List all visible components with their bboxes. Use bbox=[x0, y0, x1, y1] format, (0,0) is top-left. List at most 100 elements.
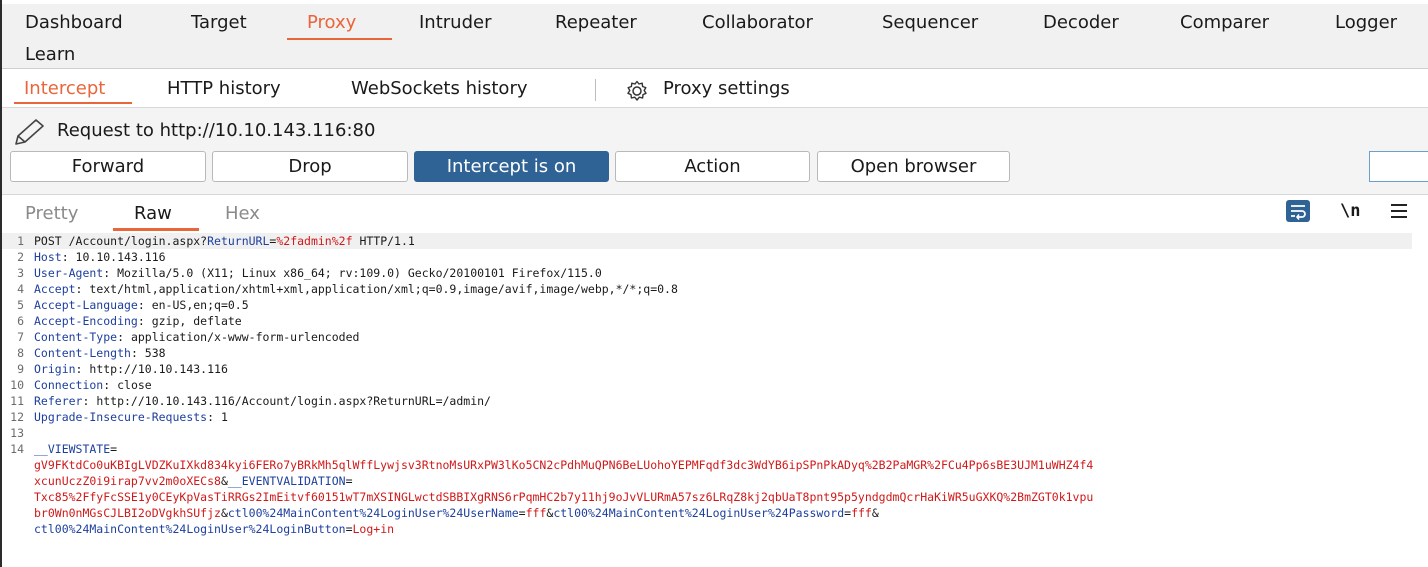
request-line-text: POST /Account/login.aspx? bbox=[34, 234, 208, 248]
tab-collaborator[interactable]: Collaborator bbox=[702, 12, 813, 33]
tab-proxy[interactable]: Proxy bbox=[307, 12, 356, 33]
body-continuation: Txc85%2FfyFcSSE1y0CEyKpVasTiRRGs2ImEitvf… bbox=[34, 489, 1093, 505]
tab-pretty[interactable]: Pretty bbox=[25, 203, 78, 224]
tab-intercept[interactable]: Intercept bbox=[24, 78, 105, 99]
tab-proxy-settings[interactable]: Proxy settings bbox=[663, 78, 790, 99]
param-value: br0Wn0nMGsCJLBI2oDVgkhSUfjz bbox=[34, 506, 221, 520]
param-value: fff bbox=[525, 506, 547, 520]
raw-tab-underline bbox=[113, 228, 199, 231]
editor-line: 7 Content-Type: application/x-www-form-ur… bbox=[17, 330, 360, 344]
editor-line: 8 Content-Length: 538 bbox=[17, 346, 166, 360]
param-value: Log+in bbox=[352, 522, 395, 536]
show-newlines-toggle[interactable]: \n bbox=[1340, 201, 1360, 221]
hamburger-menu-icon[interactable] bbox=[1388, 200, 1410, 222]
tab-intruder[interactable]: Intruder bbox=[419, 12, 491, 33]
param-name: ctl00%24MainContent%24LoginUser%24Passwo… bbox=[553, 506, 845, 520]
header-value: : 10.10.143.116 bbox=[61, 250, 166, 264]
header-name: Accept-Encoding bbox=[34, 314, 138, 328]
header-name: Content-Type bbox=[34, 330, 118, 344]
param-value: %2fadmin%2f bbox=[276, 234, 353, 248]
intercept-toolbar: Request to http://10.10.143.116:80 Forwa… bbox=[0, 108, 1428, 194]
editor-line: 6 Accept-Encoding: gzip, deflate bbox=[17, 314, 242, 328]
word-wrap-icon[interactable] bbox=[1286, 200, 1310, 222]
header-value: : http://10.10.143.116 bbox=[75, 362, 228, 376]
header-name: Host bbox=[34, 250, 62, 264]
editor-line: 12 Upgrade-Insecure-Requests: 1 bbox=[10, 410, 228, 424]
equals-sign: = bbox=[345, 522, 353, 536]
request-target-label: Request to http://10.10.143.116:80 bbox=[57, 120, 376, 141]
param-name: ctl00%24MainContent%24LoginUser%24UserNa… bbox=[227, 506, 519, 520]
editor-line: 11 Referer: http://10.10.143.116/Account/… bbox=[10, 394, 491, 408]
tab-learn[interactable]: Learn bbox=[25, 44, 75, 65]
editor-line: 14 __VIEWSTATE= bbox=[10, 442, 118, 456]
header-name: Referer bbox=[34, 394, 83, 408]
header-name: Accept-Language bbox=[34, 298, 138, 312]
main-tab-bar: Dashboard Target Proxy Intruder Repeater… bbox=[0, 4, 1428, 68]
editor-line: 3 User-Agent: Mozilla/5.0 (X11; Linux x86… bbox=[17, 266, 602, 280]
intercept-tab-underline bbox=[14, 102, 132, 104]
param-value: Txc85%2FfyFcSSE1y0CEyKpVasTiRRGs2ImEitvf… bbox=[34, 490, 1094, 504]
equals-sign: = bbox=[110, 442, 118, 456]
body-continuation: xcunUczZ0i9irap7vv2m0oXECs8&__EVENTVALID… bbox=[34, 473, 353, 489]
editor-line: 4 Accept: text/html,application/xhtml+xml… bbox=[17, 282, 678, 296]
editor-line: 9 Origin: http://10.10.143.116 bbox=[17, 362, 228, 376]
tab-sequencer[interactable]: Sequencer bbox=[882, 12, 978, 33]
header-value: : text/html,application/xhtml+xml,applic… bbox=[75, 282, 678, 296]
ampersand: & bbox=[220, 474, 228, 488]
divider bbox=[595, 79, 596, 101]
header-name: Content-Length bbox=[34, 346, 131, 360]
http-version: HTTP/1.1 bbox=[352, 234, 415, 248]
body-continuation: gV9FKtdCo0uKBIgLVDZKuIXkd834kyi6FERo7yBR… bbox=[34, 457, 1093, 473]
param-name: ReturnURL bbox=[207, 234, 270, 248]
forward-button[interactable]: Forward bbox=[10, 151, 206, 182]
ampersand: & bbox=[871, 506, 879, 520]
header-name: Accept bbox=[34, 282, 76, 296]
equals-sign: = bbox=[345, 474, 353, 488]
equals-sign: = bbox=[518, 506, 526, 520]
header-value: : Mozilla/5.0 (X11; Linux x86_64; rv:109… bbox=[103, 266, 602, 280]
editor-line: 10 Connection: close bbox=[10, 378, 152, 392]
header-value: : 538 bbox=[130, 346, 166, 360]
header-value: : close bbox=[103, 378, 152, 392]
header-value: : en-US,en;q=0.5 bbox=[137, 298, 249, 312]
editor-line: 13 bbox=[10, 426, 24, 440]
window-left-border bbox=[0, 0, 2, 567]
drop-button[interactable]: Drop bbox=[212, 151, 408, 182]
tab-http-history[interactable]: HTTP history bbox=[167, 78, 281, 99]
body-continuation: ctl00%24MainContent%24LoginUser%24LoginB… bbox=[34, 521, 394, 537]
editor-line: 2 Host: 10.10.143.116 bbox=[17, 250, 166, 264]
tab-decoder[interactable]: Decoder bbox=[1043, 12, 1119, 33]
param-name: ctl00%24MainContent%24LoginUser%24LoginB… bbox=[34, 522, 346, 536]
editor-line: 5 Accept-Language: en-US,en;q=0.5 bbox=[17, 298, 249, 312]
search-input[interactable] bbox=[1369, 151, 1428, 182]
header-name: Connection bbox=[34, 378, 104, 392]
tab-raw[interactable]: Raw bbox=[134, 203, 172, 224]
pencil-icon[interactable] bbox=[12, 117, 46, 147]
tab-logger[interactable]: Logger bbox=[1335, 12, 1397, 33]
tab-comparer[interactable]: Comparer bbox=[1180, 12, 1269, 33]
param-value: fff bbox=[851, 506, 872, 520]
tab-target[interactable]: Target bbox=[191, 12, 247, 33]
tab-repeater[interactable]: Repeater bbox=[555, 12, 637, 33]
header-name: User-Agent bbox=[34, 266, 104, 280]
header-name: Origin bbox=[34, 362, 76, 376]
tab-dashboard[interactable]: Dashboard bbox=[25, 12, 123, 33]
param-value: gV9FKtdCo0uKBIgLVDZKuIXkd834kyi6FERo7yBR… bbox=[34, 458, 1094, 472]
action-button[interactable]: Action bbox=[615, 151, 810, 182]
header-value: : gzip, deflate bbox=[137, 314, 242, 328]
tab-websockets-history[interactable]: WebSockets history bbox=[351, 78, 528, 99]
header-value: : application/x-www-form-urlencoded bbox=[117, 330, 360, 344]
intercept-toggle-button[interactable]: Intercept is on bbox=[414, 151, 609, 182]
header-name: Upgrade-Insecure-Requests bbox=[34, 410, 208, 424]
header-value: : http://10.10.143.116/Account/login.asp… bbox=[82, 394, 491, 408]
proxy-tab-underline bbox=[287, 38, 392, 40]
param-name: __VIEWSTATE bbox=[34, 442, 111, 456]
proxy-sub-tab-bar: Intercept HTTP history WebSockets histor… bbox=[0, 69, 1428, 107]
open-browser-button[interactable]: Open browser bbox=[817, 151, 1010, 182]
gear-icon bbox=[627, 80, 647, 101]
param-value: xcunUczZ0i9irap7vv2m0oXECs8 bbox=[34, 474, 221, 488]
tab-hex[interactable]: Hex bbox=[225, 203, 260, 224]
raw-message-editor[interactable]: 1 POST /Account/login.aspx?ReturnURL=%2fa… bbox=[2, 233, 1428, 567]
header-value: : 1 bbox=[207, 410, 228, 424]
editor-line: 1 POST /Account/login.aspx?ReturnURL=%2fa… bbox=[2, 233, 1412, 249]
